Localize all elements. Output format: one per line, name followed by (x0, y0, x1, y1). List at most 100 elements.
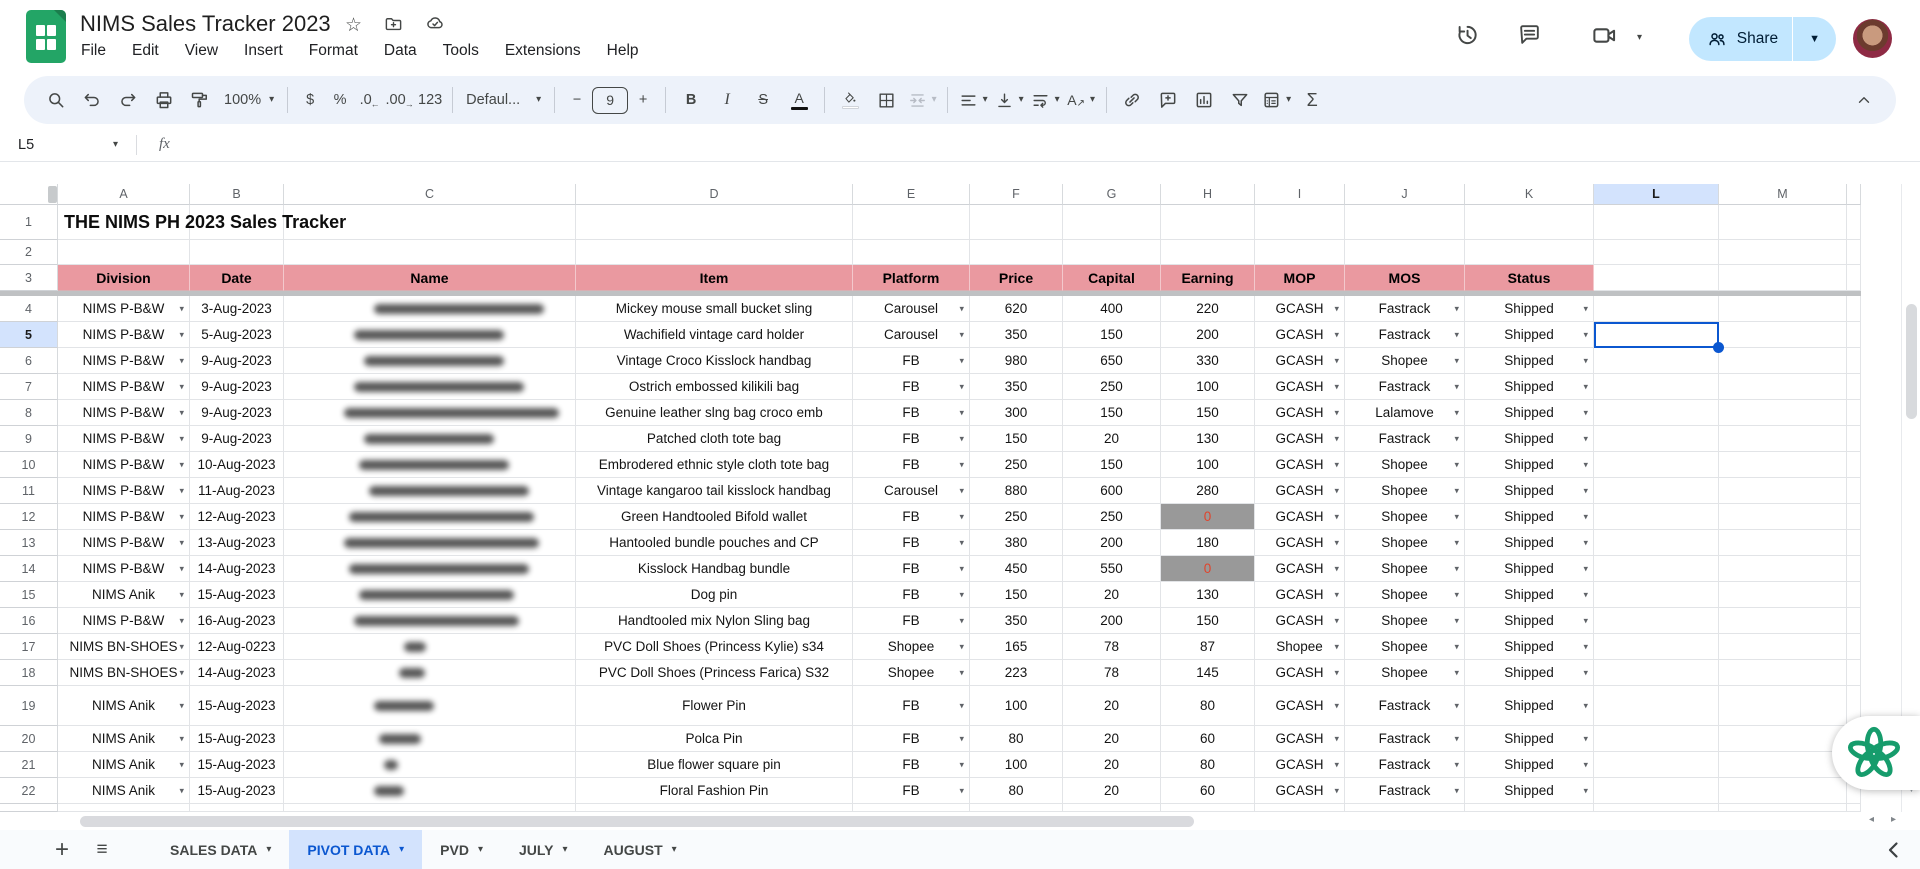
cell-L4[interactable] (1594, 296, 1719, 322)
column-header-A[interactable]: A (58, 184, 190, 205)
cell-dropdown-icon[interactable]: ▾ (1583, 433, 1588, 444)
cell-F20[interactable]: 80 (970, 726, 1063, 752)
cell-E4[interactable]: Carousel ▾ (853, 296, 970, 322)
cell-L10[interactable] (1594, 452, 1719, 478)
cell-dropdown-icon[interactable]: ▾ (959, 381, 964, 392)
cell-L19[interactable] (1594, 686, 1719, 726)
cell-dropdown-icon[interactable]: ▾ (1334, 733, 1339, 744)
row-header-18[interactable]: 18 (0, 660, 58, 686)
cell-G12[interactable]: 250 (1063, 504, 1161, 530)
tab-sales-data[interactable]: SALES DATA ▾ (152, 830, 289, 869)
cell-J20[interactable]: Fastrack ▾ (1345, 726, 1465, 752)
cell-L7[interactable] (1594, 374, 1719, 400)
cell-G21[interactable]: 20 (1063, 752, 1161, 778)
cell-F10[interactable]: 250 (970, 452, 1063, 478)
cell-N1[interactable] (1847, 205, 1861, 240)
cell-J13[interactable]: Shopee ▾ (1345, 530, 1465, 556)
cell-A1-title[interactable]: THE NIMS PH 2023 Sales Tracker (64, 205, 346, 240)
cell-F5[interactable]: 350 (970, 322, 1063, 348)
cell-J21[interactable]: Fastrack ▾ (1345, 752, 1465, 778)
cell-B2[interactable] (190, 240, 284, 265)
cell-dropdown-icon[interactable]: ▾ (1583, 511, 1588, 522)
cell-C[interactable] (284, 804, 576, 812)
cell-M16[interactable] (1719, 608, 1847, 634)
cell-J14[interactable]: Shopee ▾ (1345, 556, 1465, 582)
cell-F2[interactable] (970, 240, 1063, 265)
cell-M13[interactable] (1719, 530, 1847, 556)
cell-C11[interactable] (284, 478, 576, 504)
row-header-partial[interactable] (0, 804, 58, 812)
column-header-D[interactable]: D (576, 184, 853, 205)
cell-F6[interactable]: 980 (970, 348, 1063, 374)
cell-A[interactable] (58, 804, 190, 812)
row-header-20[interactable]: 20 (0, 726, 58, 752)
cell-M[interactable] (1719, 804, 1847, 812)
redo-icon[interactable] (110, 83, 146, 117)
cell-N2[interactable] (1847, 240, 1861, 265)
cell-dropdown-icon[interactable]: ▾ (1334, 303, 1339, 314)
menu-data[interactable]: Data (371, 39, 430, 63)
cell-dropdown-icon[interactable]: ▾ (1334, 329, 1339, 340)
cell-C18[interactable] (284, 660, 576, 686)
cell-H3[interactable]: Earning (1161, 265, 1255, 291)
vertical-align-icon[interactable]: ▾ (991, 83, 1027, 117)
cell-I7[interactable]: GCASH ▾ (1255, 374, 1345, 400)
cell-dropdown-icon[interactable]: ▾ (1583, 485, 1588, 496)
cell-dropdown-icon[interactable]: ▾ (179, 329, 184, 340)
cell-D18[interactable]: PVC Doll Shoes (Princess Farica) S32 (576, 660, 853, 686)
cell-dropdown-icon[interactable]: ▾ (959, 759, 964, 770)
cell-K13[interactable]: Shipped ▾ (1465, 530, 1594, 556)
cell-I20[interactable]: GCASH ▾ (1255, 726, 1345, 752)
cell-C8[interactable] (284, 400, 576, 426)
cell-G15[interactable]: 20 (1063, 582, 1161, 608)
cell-dropdown-icon[interactable]: ▾ (1454, 589, 1459, 600)
column-header-K[interactable]: K (1465, 184, 1594, 205)
cell-B16[interactable]: 16-Aug-2023 (190, 608, 284, 634)
cell-E6[interactable]: FB ▾ (853, 348, 970, 374)
cell-A3[interactable]: Division (58, 265, 190, 291)
row-header-15[interactable]: 15 (0, 582, 58, 608)
share-button[interactable]: Share ▼ (1688, 17, 1836, 61)
row-header-14[interactable]: 14 (0, 556, 58, 582)
cell-C5[interactable] (284, 322, 576, 348)
cell-dropdown-icon[interactable]: ▾ (1583, 303, 1588, 314)
cell-F9[interactable]: 150 (970, 426, 1063, 452)
cell-F21[interactable]: 100 (970, 752, 1063, 778)
cell-dropdown-icon[interactable]: ▾ (1334, 667, 1339, 678)
cell-dropdown-icon[interactable]: ▾ (1454, 329, 1459, 340)
cell-H11[interactable]: 280 (1161, 478, 1255, 504)
cell-B15[interactable]: 15-Aug-2023 (190, 582, 284, 608)
cell-K6[interactable]: Shipped ▾ (1465, 348, 1594, 374)
cell-D5[interactable]: Wachifield vintage card holder (576, 322, 853, 348)
cell-G11[interactable]: 600 (1063, 478, 1161, 504)
cell-A4[interactable]: NIMS P-B&W ▾ (58, 296, 190, 322)
cell-dropdown-icon[interactable]: ▾ (179, 733, 184, 744)
cell-H13[interactable]: 180 (1161, 530, 1255, 556)
filter-views-icon[interactable]: ▾ (1258, 83, 1294, 117)
cell-dropdown-icon[interactable]: ▾ (959, 511, 964, 522)
scroll-left-icon[interactable]: ◂ (1869, 814, 1874, 825)
cell-A15[interactable]: NIMS Anik ▾ (58, 582, 190, 608)
cell-I3[interactable]: MOP (1255, 265, 1345, 291)
cell-N16[interactable] (1847, 608, 1861, 634)
cell-G[interactable] (1063, 804, 1161, 812)
cell-L3[interactable] (1594, 265, 1719, 291)
cell-C2[interactable] (284, 240, 576, 265)
cell-K16[interactable]: Shipped ▾ (1465, 608, 1594, 634)
cell-D4[interactable]: Mickey mouse small bucket sling (576, 296, 853, 322)
cell-K22[interactable]: Shipped ▾ (1465, 778, 1594, 804)
horizontal-align-icon[interactable]: ▾ (955, 83, 991, 117)
cell-M8[interactable] (1719, 400, 1847, 426)
cell-dropdown-icon[interactable]: ▾ (959, 733, 964, 744)
cell-E1[interactable] (853, 205, 970, 240)
cell-M9[interactable] (1719, 426, 1847, 452)
cell-dropdown-icon[interactable]: ▾ (1334, 407, 1339, 418)
spreadsheet-grid[interactable]: A B C D E F G H I J K L M 1 THE NIMS PH 2023 Sales Tra… (0, 184, 1861, 812)
increase-font-size-icon[interactable]: + (628, 83, 658, 117)
cell-G2[interactable] (1063, 240, 1161, 265)
cell-D11[interactable]: Vintage kangaroo tail kisslock handbag (576, 478, 853, 504)
cell-dropdown-icon[interactable]: ▾ (1334, 589, 1339, 600)
text-rotation-icon[interactable]: A ↗ ▾ (1063, 83, 1099, 117)
undo-icon[interactable] (74, 83, 110, 117)
cell-N6[interactable] (1847, 348, 1861, 374)
